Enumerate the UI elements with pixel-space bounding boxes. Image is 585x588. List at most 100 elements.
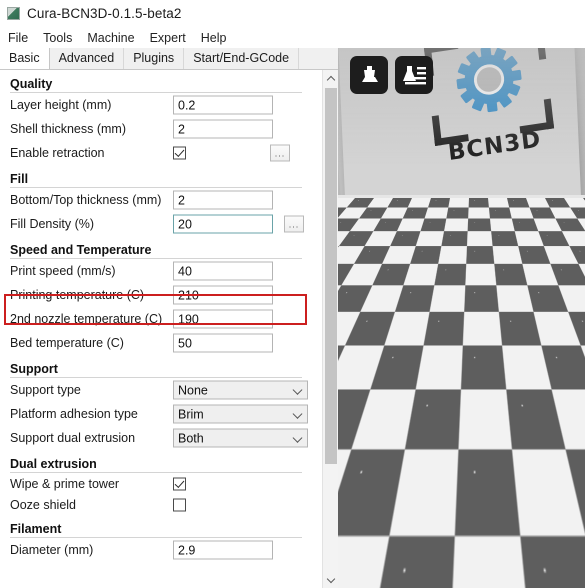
group-header-speed-and-temperature: Speed and Temperature — [0, 236, 310, 259]
tab-advanced[interactable]: Advanced — [49, 48, 125, 69]
setting-control — [173, 190, 273, 210]
bottom-top-thickness-input[interactable] — [173, 190, 273, 210]
menu-item-file[interactable]: File — [8, 31, 36, 45]
3d-viewport[interactable]: BCN3D — [338, 48, 585, 588]
setting-control — [173, 477, 186, 490]
tab-plugins[interactable]: Plugins — [124, 48, 185, 69]
setting-label: Wipe & prime tower — [10, 476, 120, 491]
setting-control: Both — [173, 428, 308, 448]
menu-bar: File Tools Machine Expert Help — [0, 27, 585, 48]
print-bed-wrapper — [338, 48, 585, 588]
scroll-up-button[interactable] — [323, 70, 339, 86]
group-header-support: Support — [0, 355, 310, 378]
setting-row-support-dual-extrusion: Support dual extrusion Both — [0, 426, 310, 450]
setting-control — [173, 285, 273, 305]
setting-control — [173, 540, 273, 560]
group-header-filament: Filament — [0, 515, 310, 538]
setting-control — [173, 119, 273, 139]
chevron-down-icon — [292, 408, 303, 419]
setting-label: Bed temperature (C) — [10, 336, 124, 350]
wipe-prime-tower-checkbox[interactable] — [173, 477, 186, 490]
load-model-button[interactable] — [350, 56, 388, 94]
setting-label: Fill Density (%) — [10, 217, 95, 231]
diameter-input[interactable] — [173, 540, 273, 560]
setting-row-support-type: Support type None — [0, 378, 310, 402]
menu-item-tools[interactable]: Tools — [43, 31, 80, 45]
setting-label: Platform adhesion type — [10, 407, 138, 421]
platform-adhesion-type-select[interactable]: Brim — [173, 404, 308, 424]
setting-control: None — [173, 380, 308, 400]
enable-retraction-options-button[interactable]: ... — [270, 144, 290, 162]
setting-row-bed-temperature: Bed temperature (C) — [0, 331, 310, 355]
printing-temperature-input[interactable] — [173, 285, 273, 305]
bcn3d-logo: BCN3D — [418, 48, 563, 185]
document-list-icon — [403, 66, 426, 85]
setting-row-layer-height: Layer height (mm) — [0, 93, 310, 117]
setting-control — [173, 333, 273, 353]
settings-list: Quality Layer height (mm) Shell thicknes… — [0, 70, 310, 562]
shell-thickness-input[interactable] — [173, 119, 273, 139]
support-dual-extrusion-select[interactable]: Both — [173, 428, 308, 448]
window-title: Cura-BCN3D-0.1.5-beta2 — [27, 6, 182, 21]
setting-row-fill-density: Fill Density (%) ... — [0, 212, 310, 236]
fill-density-input[interactable] — [173, 214, 273, 234]
chevron-down-icon — [326, 574, 336, 583]
tab-basic[interactable]: Basic — [0, 48, 50, 69]
chevron-down-icon — [292, 384, 303, 395]
enable-retraction-checkbox[interactable] — [173, 146, 186, 160]
setting-row-second-nozzle-temperature: 2nd nozzle temperature (C) — [0, 307, 310, 331]
title-bar: Cura-BCN3D-0.1.5-beta2 — [0, 0, 585, 27]
print-speed-input[interactable] — [173, 261, 273, 281]
second-nozzle-temperature-input[interactable] — [173, 309, 273, 329]
group-header-dual-extrusion: Dual extrusion — [0, 450, 310, 473]
setting-label: Print speed (mm/s) — [10, 264, 116, 278]
setting-label: Shell thickness (mm) — [10, 122, 126, 136]
setting-label: Layer height (mm) — [10, 98, 112, 112]
support-type-value: None — [178, 383, 208, 397]
fill-density-options-button[interactable]: ... — [284, 215, 304, 233]
layer-height-input[interactable] — [173, 95, 273, 115]
setting-row-shell-thickness: Shell thickness (mm) — [0, 117, 310, 141]
setting-row-bottom-top-thickness: Bottom/Top thickness (mm) — [0, 188, 310, 212]
setting-row-ooze-shield: Ooze shield — [0, 494, 310, 515]
setting-control: ... — [173, 144, 290, 162]
gear-icon — [456, 48, 522, 113]
setting-label: Support type — [10, 383, 81, 397]
setting-label: Enable retraction — [10, 146, 105, 160]
setting-control: Brim — [173, 404, 308, 424]
menu-item-machine[interactable]: Machine — [87, 31, 142, 45]
setting-row-wipe-prime-tower: Wipe & prime tower — [0, 473, 310, 494]
scrollbar-thumb[interactable] — [325, 88, 337, 464]
bed-temperature-input[interactable] — [173, 333, 273, 353]
support-type-select[interactable]: None — [173, 380, 308, 400]
cura-main-window: Cura-BCN3D-0.1.5-beta2 File Tools Machin… — [0, 0, 585, 588]
settings-scrollbar[interactable] — [322, 70, 339, 588]
group-header-quality: Quality — [0, 70, 310, 93]
chevron-down-icon — [292, 432, 303, 443]
scroll-down-button[interactable] — [323, 572, 339, 588]
support-dual-extrusion-value: Both — [178, 431, 204, 445]
setting-label: Support dual extrusion — [10, 431, 136, 445]
setting-label: 2nd nozzle temperature (C) — [10, 312, 163, 326]
chevron-up-icon — [326, 75, 336, 84]
ooze-shield-checkbox[interactable] — [173, 498, 186, 511]
print-profile-button[interactable] — [395, 56, 433, 94]
setting-label: Diameter (mm) — [10, 543, 94, 557]
setting-label: Printing temperature (C) — [10, 288, 145, 302]
setting-control — [173, 309, 273, 329]
setting-row-platform-adhesion-type: Platform adhesion type Brim — [0, 402, 310, 426]
setting-control — [173, 261, 273, 281]
setting-label: Ooze shield — [10, 497, 77, 512]
setting-row-diameter: Diameter (mm) — [0, 538, 310, 562]
menu-item-expert[interactable]: Expert — [150, 31, 194, 45]
setting-row-printing-temperature: Printing temperature (C) — [0, 283, 310, 307]
cura-app-icon — [7, 7, 20, 20]
setting-row-enable-retraction: Enable retraction ... — [0, 141, 310, 165]
menu-item-help[interactable]: Help — [201, 31, 235, 45]
platform-adhesion-type-value: Brim — [178, 407, 204, 421]
tab-start-end-gcode[interactable]: Start/End-GCode — [184, 48, 300, 69]
setting-label: Bottom/Top thickness (mm) — [10, 193, 162, 207]
setting-control: ... — [173, 214, 304, 234]
settings-panel: Quality Layer height (mm) Shell thicknes… — [0, 70, 322, 588]
setting-control — [173, 95, 273, 115]
